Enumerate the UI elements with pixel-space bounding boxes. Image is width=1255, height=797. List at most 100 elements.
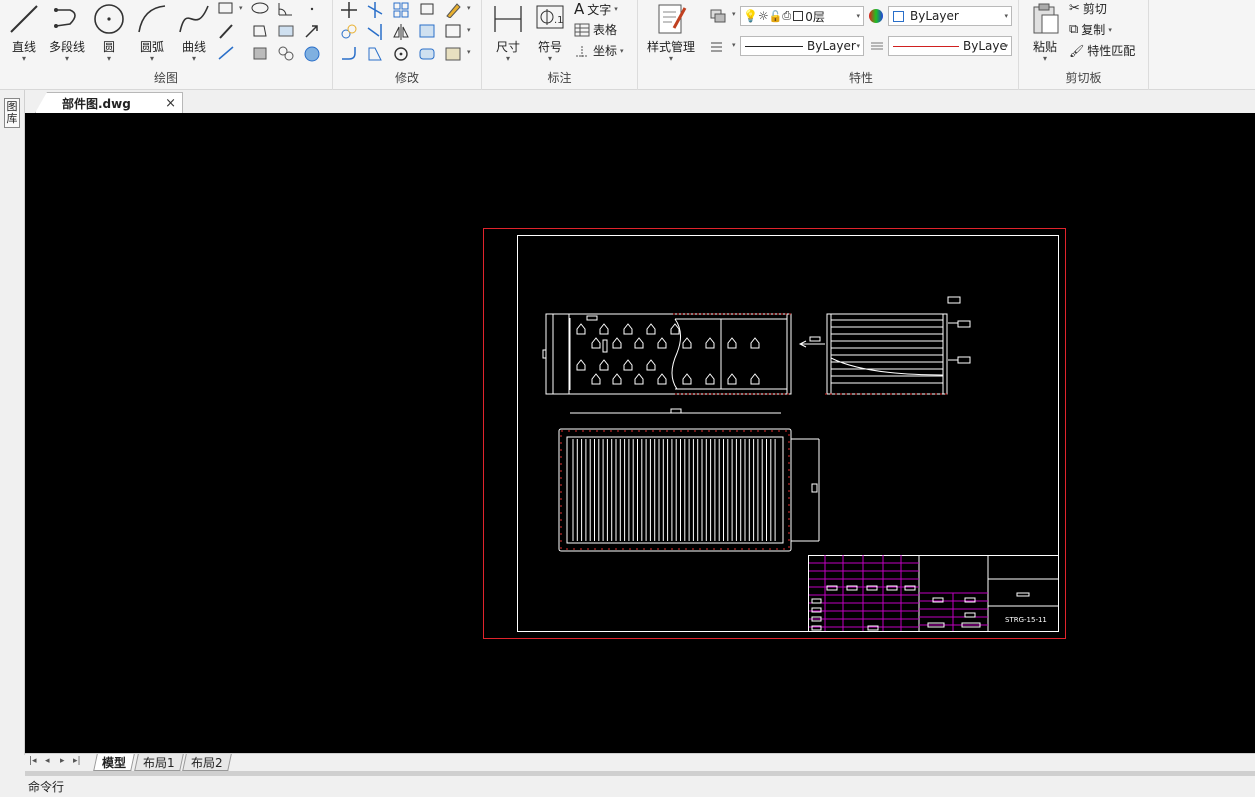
chevron-down-icon: ▾: [106, 54, 111, 63]
move-icon[interactable]: [339, 0, 359, 18]
chevron-down-icon[interactable]: ▾: [467, 26, 471, 34]
document-tab-title: 部件图.dwg: [62, 96, 131, 111]
chevron-down-icon: ▾: [149, 54, 154, 63]
stretch-icon[interactable]: [443, 22, 463, 40]
chevron-down-icon[interactable]: ▾: [732, 10, 736, 18]
document-tab[interactable]: 部件图.dwg ×: [35, 92, 183, 113]
chevron-down-icon: ▾: [620, 46, 624, 55]
last-layout-icon[interactable]: ▸|: [73, 756, 81, 766]
style-group: 样式管理 ▾: [638, 0, 704, 90]
close-icon[interactable]: ×: [165, 96, 176, 111]
modify-group-label: 修改: [394, 71, 419, 85]
layer-manager-icon[interactable]: [708, 6, 728, 24]
chevron-down-icon: ▾: [505, 54, 510, 63]
chevron-down-icon: ▾: [1004, 42, 1008, 50]
tab-layout2[interactable]: 布局2: [182, 754, 232, 771]
drain-marker: [591, 337, 601, 349]
coordinate-button[interactable]: 坐标 ▾: [574, 42, 624, 59]
polyline-tool-button[interactable]: 多段线 ▾: [44, 0, 90, 63]
prev-layout-icon[interactable]: ◂: [45, 756, 50, 766]
symbol-button[interactable]: .1 符号 ▾: [532, 0, 568, 63]
scale-icon[interactable]: [417, 0, 437, 18]
chevron-down-icon[interactable]: ▾: [239, 4, 243, 12]
style-manager-button[interactable]: 样式管理 ▾: [642, 0, 700, 63]
linetype-combo[interactable]: ByLayer ▾: [740, 36, 864, 56]
drain-marker: [634, 373, 644, 385]
copy-button[interactable]: ⧉ 复制 ▾: [1069, 21, 1112, 38]
text-button[interactable]: A 文字 ▾: [574, 0, 618, 18]
array-icon[interactable]: [391, 0, 411, 18]
table-label: 表格: [593, 23, 618, 37]
fillet-icon[interactable]: [339, 44, 359, 62]
side-view: [825, 296, 971, 395]
block-icon[interactable]: [276, 44, 296, 62]
chamfer-icon[interactable]: [365, 44, 385, 62]
circle-tool-button[interactable]: 圆 ▾: [92, 0, 126, 63]
copy-object-icon[interactable]: [339, 22, 359, 40]
arc-tool-button[interactable]: 圆弧 ▾: [132, 0, 172, 63]
drawing-canvas[interactable]: STRG-15-11: [25, 113, 1255, 753]
rotate-icon[interactable]: [391, 44, 411, 62]
extend-icon[interactable]: [365, 22, 385, 40]
wipeout-icon[interactable]: [276, 22, 296, 40]
drain-marker: [670, 323, 680, 335]
offset-icon[interactable]: [417, 22, 437, 40]
table-icon: [574, 23, 590, 36]
command-line[interactable]: 命令行: [0, 776, 1255, 797]
properties-edit-icon[interactable]: [443, 44, 463, 62]
trim-icon[interactable]: [365, 0, 385, 18]
line-icon: [10, 5, 38, 33]
lineweight-icon[interactable]: [868, 37, 888, 55]
chevron-down-icon[interactable]: ▾: [467, 4, 471, 12]
line-tool-button[interactable]: 直线 ▾: [4, 0, 44, 63]
chevron-down-icon: ▾: [856, 42, 860, 50]
line-tool-label: 直线: [11, 40, 36, 54]
table-button[interactable]: 表格: [574, 21, 617, 38]
hatch-line-icon[interactable]: [216, 22, 236, 40]
chevron-down-icon: ▾: [21, 54, 26, 63]
ribbon: 直线 ▾ 多段线 ▾ 圆 ▾ 圆弧 ▾ 曲线 ▾ ▾ 绘图 ▾ ▾ ▾ 修改 尺…: [0, 0, 1255, 90]
point-icon[interactable]: [302, 0, 322, 18]
boundary-icon[interactable]: [250, 44, 270, 62]
annotate-group-label: 标注: [547, 71, 572, 85]
edit-pencil-icon[interactable]: [443, 0, 463, 18]
match-properties-button[interactable]: 🖌 特性匹配: [1069, 42, 1135, 59]
ellipse-icon[interactable]: [250, 0, 270, 18]
color-combo[interactable]: ByLayer ▾: [888, 6, 1012, 26]
tab-layout1[interactable]: 布局1: [134, 754, 184, 771]
color-wheel-icon[interactable]: [868, 7, 888, 25]
gradient-icon[interactable]: [302, 44, 322, 62]
arrow-icon[interactable]: [302, 22, 322, 40]
copy-icon: ⧉: [1069, 22, 1079, 37]
drain-marker: [599, 323, 609, 335]
explode-icon[interactable]: [417, 44, 437, 62]
curve-tool-button[interactable]: 曲线 ▾: [174, 0, 214, 63]
region-icon[interactable]: [250, 22, 270, 40]
chevron-down-icon[interactable]: ▾: [467, 48, 471, 56]
grate-slats: [572, 439, 776, 541]
paste-button[interactable]: 粘贴 ▾: [1025, 0, 1065, 63]
mirror-icon[interactable]: [391, 22, 411, 40]
properties-group: ▾ 💡 ☼ 🔓 ⎙ 0层 ▾ ByLayer ▾ ▾ ByLayer ▾ ByL…: [704, 0, 1019, 90]
tab-model[interactable]: 模型: [93, 754, 135, 771]
linetype-value: ByLayer: [807, 39, 856, 53]
drain-marker: [657, 337, 667, 349]
cut-button[interactable]: ✂ 剪切: [1069, 0, 1107, 17]
rectangle-icon[interactable]: [216, 0, 236, 18]
angle-icon[interactable]: [276, 0, 296, 18]
drain-marker: [657, 373, 667, 385]
lineweight-list-icon[interactable]: [708, 37, 728, 55]
lineweight-combo[interactable]: ByLaye ▾: [888, 36, 1012, 56]
library-tab[interactable]: 图库: [4, 98, 20, 128]
cad-app: 直线 ▾ 多段线 ▾ 圆 ▾ 圆弧 ▾ 曲线 ▾ ▾ 绘图 ▾ ▾ ▾ 修改 尺…: [0, 0, 1255, 797]
construction-line-icon[interactable]: [216, 44, 236, 62]
first-layout-icon[interactable]: |◂: [29, 756, 37, 766]
symbol-icon: .1: [536, 5, 564, 29]
chevron-down-icon[interactable]: ▾: [732, 41, 736, 49]
dimension-button[interactable]: 尺寸 ▾: [488, 0, 528, 63]
next-layout-icon[interactable]: ▸: [60, 756, 65, 766]
drain-marker: [750, 373, 760, 385]
drain-marker: [750, 337, 760, 349]
dimension-label: 尺寸: [495, 40, 520, 54]
layer-combo[interactable]: 💡 ☼ 🔓 ⎙ 0层 ▾: [740, 6, 864, 26]
